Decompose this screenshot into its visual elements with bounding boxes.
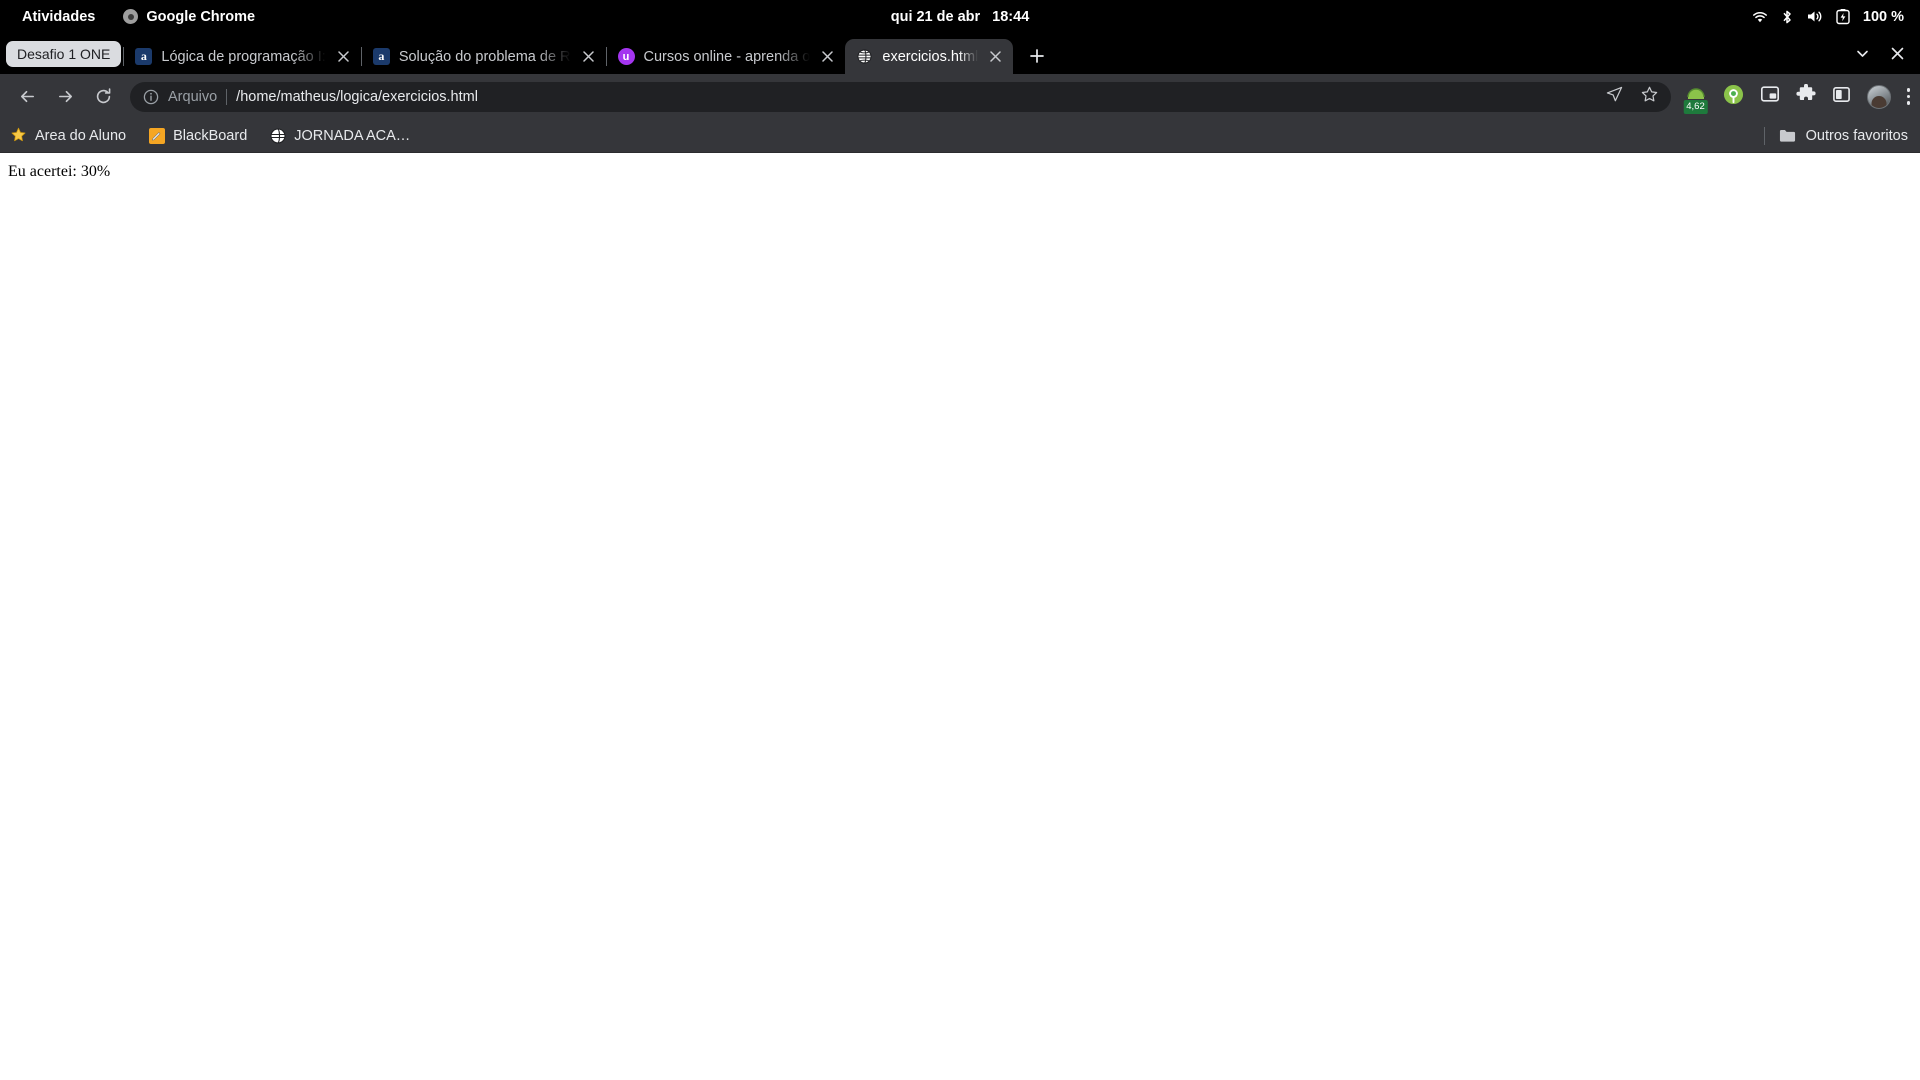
close-icon[interactable] [987, 48, 1004, 65]
alura-icon: a [372, 48, 390, 65]
activities-button[interactable]: Atividades [14, 6, 103, 28]
tab-cursos-online[interactable]: u Cursos online - aprenda o [607, 39, 846, 74]
tab-title: Solução do problema de R [398, 48, 571, 65]
info-circle-icon[interactable] [143, 89, 159, 105]
back-arrow-icon[interactable] [10, 80, 44, 114]
extension-circle-green-icon[interactable] [1723, 84, 1744, 110]
bookmark-jornada-aca[interactable]: JORNADA ACA… [269, 127, 410, 144]
tab-logica-de-programacao[interactable]: a Lógica de programação I: [124, 39, 360, 74]
bookmarks-bar: Area do Aluno BlackBoard JORNADA ACA… Ou… [0, 119, 1920, 153]
chrome-window: Desafio 1 ONE a Lógica de programação I:… [0, 33, 1920, 1080]
close-icon[interactable] [335, 48, 352, 65]
battery-charging-icon [1836, 8, 1850, 25]
bookmark-area-do-aluno[interactable]: Area do Aluno [10, 127, 126, 144]
bookmark-blackboard[interactable]: BlackBoard [148, 127, 247, 144]
clock-date: qui 21 de abr [890, 8, 981, 25]
tab-exercicios-html[interactable]: exercicios.html [845, 39, 1014, 74]
gnome-top-bar: Atividades Google Chrome qui 21 de abr 1… [0, 0, 1920, 33]
close-icon[interactable] [819, 48, 836, 65]
browser-toolbar: Arquivo /home/matheus/logica/exercicios.… [0, 74, 1920, 119]
omnibox-scheme-label: Arquivo [168, 88, 218, 105]
url-text[interactable]: /home/matheus/logica/exercicios.html [236, 89, 478, 105]
gnome-system-tray[interactable]: 100 % [1752, 8, 1920, 25]
globe-icon [856, 48, 873, 65]
tab-title: exercicios.html [882, 48, 979, 65]
battery-percentage: 100 % [1862, 8, 1904, 25]
close-icon[interactable] [580, 48, 597, 65]
omnibox-divider [226, 88, 228, 105]
bluetooth-icon [1781, 9, 1793, 25]
window-controls [1856, 47, 1920, 74]
tab-title: Cursos online - aprenda o [643, 48, 811, 65]
three-dot-menu-icon[interactable] [1906, 88, 1910, 105]
wifi-icon [1752, 10, 1768, 24]
extensions-puzzle-icon[interactable] [1795, 83, 1816, 109]
gnome-top-bar-left: Atividades Google Chrome [0, 6, 255, 28]
omnibox-actions [1594, 86, 1658, 107]
page-viewport: Eu acertei: 30% [0, 153, 1920, 1080]
other-bookmarks-label: Outros favoritos [1805, 127, 1908, 144]
gnome-clock[interactable]: qui 21 de abr 18:44 [891, 9, 1030, 25]
active-app-indicator[interactable]: Google Chrome [123, 9, 255, 25]
active-app-label: Google Chrome [146, 8, 256, 25]
extension-badge: 4,62 [1683, 100, 1708, 114]
star-icon[interactable] [1641, 86, 1658, 107]
volume-icon [1806, 9, 1823, 24]
bookmarks-divider [1763, 126, 1765, 145]
note-pencil-icon [148, 127, 165, 144]
omnibox[interactable]: Arquivo /home/matheus/logica/exercicios.… [130, 81, 1671, 112]
bookmark-label: Area do Aluno [35, 127, 127, 144]
clock-time: 18:44 [992, 8, 1030, 25]
folder-icon [1779, 127, 1796, 144]
tab-solucao-do-problema[interactable]: a Solução do problema de R [362, 39, 606, 74]
close-window-icon[interactable] [1891, 47, 1904, 65]
other-bookmarks-button[interactable]: Outros favoritos [1763, 126, 1908, 145]
tab-strip: Desafio 1 ONE a Lógica de programação I:… [0, 33, 1920, 74]
toolbar-extension-icons: 4,62 [1671, 83, 1910, 114]
chevron-down-icon[interactable] [1856, 47, 1869, 65]
tab-title: Lógica de programação I: [161, 48, 326, 65]
reload-icon[interactable] [86, 80, 120, 114]
page-content-text: Eu acertei: 30% [8, 163, 111, 180]
new-tab-button[interactable] [1022, 41, 1051, 70]
picture-in-picture-icon[interactable] [1760, 84, 1780, 109]
bookmark-label: BlackBoard [173, 127, 248, 144]
alura-icon: a [135, 48, 153, 65]
star-sparkle-icon [10, 127, 27, 144]
forward-arrow-icon[interactable] [48, 80, 82, 114]
bookmark-label: JORNADA ACA… [294, 127, 411, 144]
extension-green-icon[interactable]: 4,62 [1683, 86, 1708, 114]
tab-group-desafio-1-one[interactable]: Desafio 1 ONE [6, 41, 122, 67]
globe-icon [269, 127, 286, 144]
chrome-icon [123, 9, 139, 24]
profile-avatar[interactable] [1866, 84, 1891, 109]
share-icon[interactable] [1606, 86, 1623, 107]
udemy-icon: u [617, 48, 635, 65]
side-panel-icon[interactable] [1832, 85, 1851, 109]
